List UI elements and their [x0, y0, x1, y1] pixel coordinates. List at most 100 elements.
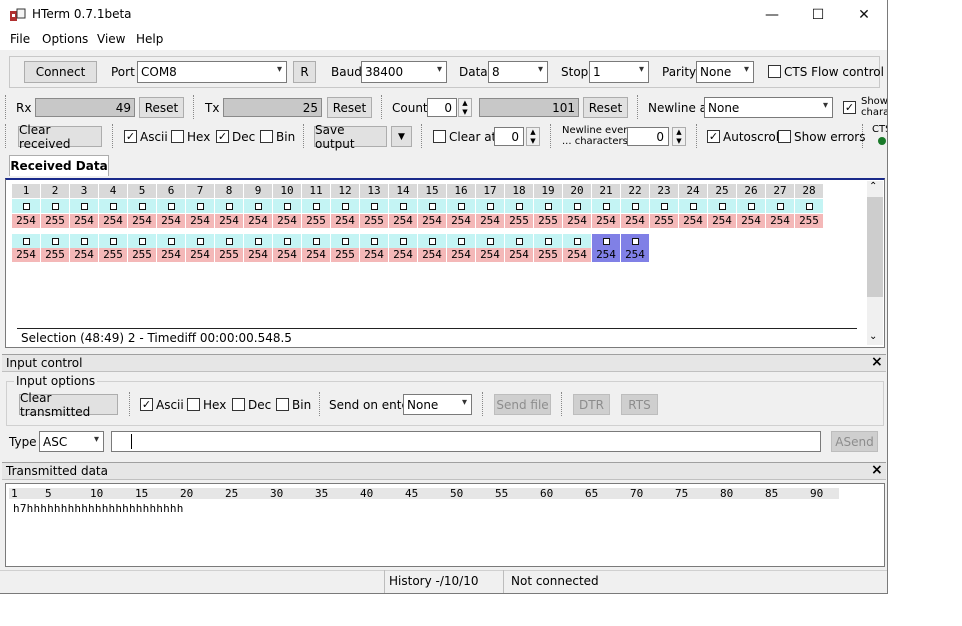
dec-cell[interactable]: 254	[592, 248, 620, 262]
ascii-cell[interactable]	[99, 234, 127, 248]
byte-index-cell[interactable]: 7	[186, 184, 214, 198]
menu-options[interactable]: Options	[42, 32, 88, 46]
rx-ascii-checkbox[interactable]: ✓	[124, 130, 137, 143]
dec-cell[interactable]: 254	[273, 248, 301, 262]
byte-index-cell[interactable]: 2	[41, 184, 69, 198]
dec-cell[interactable]: 254	[447, 214, 475, 228]
ascii-cell[interactable]	[41, 234, 69, 248]
dec-cell[interactable]: 254	[244, 248, 272, 262]
ascii-cell[interactable]	[215, 234, 243, 248]
scroll-up-icon[interactable]: ⌃	[869, 181, 877, 192]
byte-index-cell[interactable]: 24	[679, 184, 707, 198]
ascii-cell[interactable]	[592, 199, 620, 213]
dec-cell[interactable]: 254	[563, 248, 591, 262]
ascii-cell[interactable]	[186, 199, 214, 213]
ascii-cell[interactable]	[795, 199, 823, 213]
rts-button[interactable]: RTS	[621, 394, 658, 415]
dec-cell[interactable]: 254	[447, 248, 475, 262]
toolbar-grip[interactable]	[5, 95, 8, 119]
dec-cell[interactable]: 254	[302, 248, 330, 262]
show-characters-checkbox[interactable]: ✓	[843, 101, 856, 114]
close-input-control-icon[interactable]: ×	[871, 354, 883, 370]
dec-cell[interactable]: 255	[302, 214, 330, 228]
byte-index-cell[interactable]: 11	[302, 184, 330, 198]
asend-button[interactable]: ASend	[831, 431, 878, 452]
dec-cell[interactable]: 254	[679, 214, 707, 228]
parity-select[interactable]: None ▾	[696, 61, 754, 83]
byte-index-cell[interactable]: 28	[795, 184, 823, 198]
byte-index-cell[interactable]: 3	[70, 184, 98, 198]
send-file-button[interactable]: Send file	[494, 394, 551, 415]
dec-cell[interactable]: 255	[650, 214, 678, 228]
ascii-cell[interactable]	[476, 234, 504, 248]
byte-index-cell[interactable]: 19	[534, 184, 562, 198]
dec-cell[interactable]: 254	[186, 214, 214, 228]
ascii-cell[interactable]	[215, 199, 243, 213]
clear-at-checkbox[interactable]	[433, 130, 446, 143]
toolbar-grip[interactable]	[381, 95, 384, 119]
clear-at-spinner[interactable]: ▲ ▼	[526, 127, 540, 146]
ascii-cell[interactable]	[679, 199, 707, 213]
ascii-cell[interactable]	[563, 234, 591, 248]
close-transmitted-icon[interactable]: ×	[871, 462, 883, 478]
rx-reset-button[interactable]: Reset	[139, 97, 184, 118]
tx-ascii-checkbox[interactable]: ✓	[140, 398, 153, 411]
ascii-cell[interactable]	[389, 234, 417, 248]
dec-cell[interactable]: 254	[563, 214, 591, 228]
dec-cell[interactable]: 254	[12, 214, 40, 228]
tx-bin-checkbox[interactable]	[276, 398, 289, 411]
ascii-cell[interactable]	[186, 234, 214, 248]
clear-at-input[interactable]: 0	[494, 127, 524, 146]
ascii-cell[interactable]	[157, 234, 185, 248]
byte-index-cell[interactable]: 4	[99, 184, 127, 198]
byte-index-cell[interactable]: 5	[128, 184, 156, 198]
menu-help[interactable]: Help	[136, 32, 163, 46]
send-on-enter-select[interactable]: None ▾	[403, 394, 472, 415]
dec-cell[interactable]: 254	[476, 248, 504, 262]
dec-cell[interactable]: 255	[99, 248, 127, 262]
dec-cell[interactable]: 254	[128, 214, 156, 228]
ascii-cell[interactable]	[70, 234, 98, 248]
byte-index-cell[interactable]: 23	[650, 184, 678, 198]
ascii-cell[interactable]	[70, 199, 98, 213]
ascii-cell[interactable]	[621, 234, 649, 248]
ascii-cell[interactable]	[766, 199, 794, 213]
ascii-cell[interactable]	[273, 234, 301, 248]
baud-select[interactable]: 38400 ▾	[361, 61, 447, 83]
dec-cell[interactable]: 254	[737, 214, 765, 228]
dec-cell[interactable]: 254	[418, 248, 446, 262]
ascii-cell[interactable]	[360, 199, 388, 213]
close-window-button[interactable]: ✕	[841, 0, 887, 29]
menu-view[interactable]: View	[97, 32, 125, 46]
byte-index-cell[interactable]: 17	[476, 184, 504, 198]
count-spinner[interactable]: ▲ ▼	[458, 98, 472, 117]
save-output-dropdown[interactable]: ▼	[391, 126, 412, 147]
ascii-cell[interactable]	[534, 234, 562, 248]
newline-every-spinner[interactable]: ▲ ▼	[672, 127, 686, 146]
dec-cell[interactable]: 254	[389, 248, 417, 262]
ascii-cell[interactable]	[708, 199, 736, 213]
ascii-cell[interactable]	[244, 234, 272, 248]
dec-cell[interactable]: 254	[418, 214, 446, 228]
ascii-cell[interactable]	[447, 234, 475, 248]
toolbar-grip[interactable]	[637, 95, 640, 119]
dec-cell[interactable]: 254	[331, 214, 359, 228]
byte-index-cell[interactable]: 18	[505, 184, 533, 198]
byte-index-cell[interactable]: 21	[592, 184, 620, 198]
dec-cell[interactable]: 255	[41, 214, 69, 228]
byte-index-cell[interactable]: 22	[621, 184, 649, 198]
ascii-cell[interactable]	[621, 199, 649, 213]
stop-bits-select[interactable]: 1 ▾	[589, 61, 649, 83]
dec-cell[interactable]: 254	[157, 248, 185, 262]
toolbar-grip[interactable]	[482, 392, 485, 416]
ascii-cell[interactable]	[302, 199, 330, 213]
toolbar-grip[interactable]	[193, 95, 196, 119]
count-reset-button[interactable]: Reset	[583, 97, 628, 118]
dec-cell[interactable]: 254	[476, 214, 504, 228]
dec-cell[interactable]: 254	[186, 248, 214, 262]
dec-cell[interactable]: 255	[505, 214, 533, 228]
byte-index-cell[interactable]: 9	[244, 184, 272, 198]
type-select[interactable]: ASC ▾	[39, 431, 104, 452]
toolbar-grip[interactable]	[303, 124, 306, 148]
rx-hex-checkbox[interactable]	[171, 130, 184, 143]
